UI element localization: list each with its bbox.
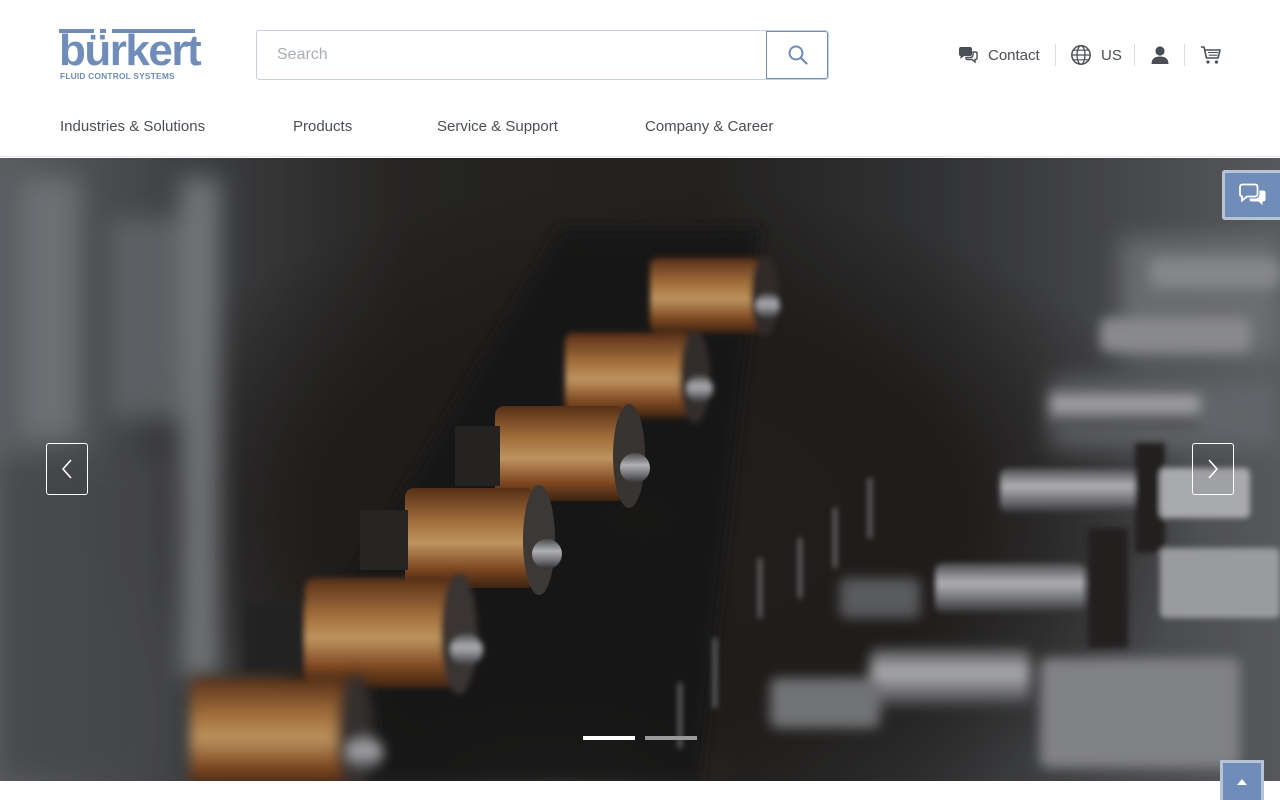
nav-item-company-career[interactable]: Company & Career bbox=[645, 118, 773, 135]
chat-bubbles-icon bbox=[959, 47, 978, 64]
chevron-right-icon bbox=[1208, 459, 1219, 479]
search-button[interactable] bbox=[766, 31, 828, 79]
divider bbox=[1134, 44, 1135, 66]
live-chat-button[interactable] bbox=[1222, 170, 1280, 220]
region-label: US bbox=[1101, 46, 1122, 64]
arrow-up-icon bbox=[1237, 778, 1247, 785]
search-icon bbox=[788, 45, 808, 65]
globe-icon bbox=[1071, 45, 1091, 65]
brand-tagline: FLUID CONTROL SYSTEMS bbox=[60, 71, 175, 81]
hero-carousel bbox=[0, 158, 1280, 781]
nav-item-products[interactable]: Products bbox=[293, 118, 352, 135]
carousel-indicator-1[interactable] bbox=[583, 736, 635, 740]
search-bar bbox=[256, 30, 829, 80]
back-to-top-button[interactable] bbox=[1220, 760, 1264, 800]
chevron-left-icon bbox=[61, 459, 72, 479]
site-header: bürkert FLUID CONTROL SYSTEMS Contact US bbox=[0, 0, 1280, 157]
contact-label: Contact bbox=[988, 46, 1040, 64]
brand-name: bürkert bbox=[59, 26, 202, 75]
carousel-indicator-2[interactable] bbox=[645, 736, 697, 740]
brand-logo[interactable]: bürkert FLUID CONTROL SYSTEMS bbox=[59, 26, 202, 83]
chat-bubbles-icon bbox=[1238, 183, 1265, 205]
contact-link[interactable]: Contact bbox=[957, 42, 1040, 68]
nav-item-industries-solutions[interactable]: Industries & Solutions bbox=[60, 118, 205, 135]
hero-image bbox=[0, 158, 1280, 781]
divider bbox=[1184, 44, 1185, 66]
nav-item-service-support[interactable]: Service & Support bbox=[437, 118, 558, 135]
search-input[interactable] bbox=[257, 31, 766, 79]
carousel-prev-button[interactable] bbox=[46, 443, 88, 495]
divider bbox=[1055, 44, 1056, 66]
carousel-next-button[interactable] bbox=[1192, 443, 1234, 495]
user-icon bbox=[1151, 46, 1169, 64]
cart-button[interactable] bbox=[1200, 42, 1222, 68]
cart-icon bbox=[1201, 46, 1221, 64]
account-button[interactable] bbox=[1150, 42, 1170, 68]
region-selector[interactable]: US bbox=[1070, 42, 1122, 68]
